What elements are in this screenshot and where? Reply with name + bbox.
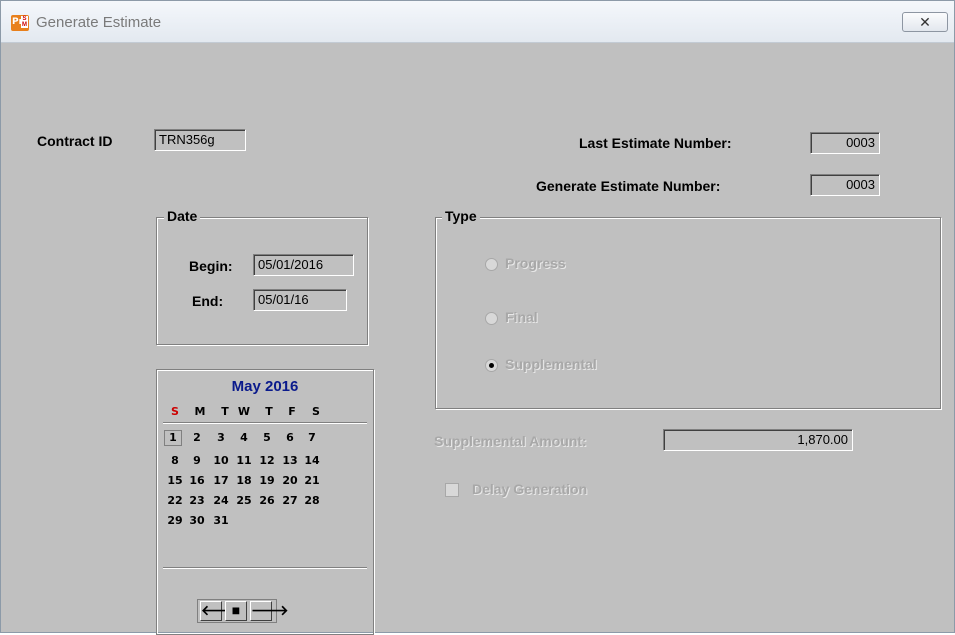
generate-estimate-number-field[interactable]: 0003 [810, 174, 880, 196]
end-date-label: End: [192, 293, 224, 309]
calendar-day-of-week: T [221, 405, 229, 418]
supplemental-amount-label: Supplemental Amount: [434, 433, 587, 449]
calendar-footer-divider [163, 567, 367, 569]
calendar-day[interactable]: 23 [188, 494, 206, 507]
calendar-day[interactable]: 9 [188, 454, 206, 467]
progress-radio-label: Progress [505, 255, 566, 271]
final-radio-label: Final [505, 309, 538, 325]
calendar-day[interactable]: 21 [303, 474, 321, 487]
calendar-day[interactable]: 5 [258, 431, 276, 444]
calendar-day[interactable]: 20 [281, 474, 299, 487]
begin-date-label: Begin: [189, 258, 233, 274]
calendar-day-of-week: M [194, 405, 206, 418]
delay-generation-label: Delay Generation [472, 481, 588, 497]
calendar-day[interactable]: 14 [303, 454, 321, 467]
calendar-day[interactable]: 29 [166, 514, 184, 527]
calendar-day[interactable]: 18 [235, 474, 253, 487]
generate-estimate-window: Pr S M Generate Estimate ✕ Contract ID TRN… [0, 0, 955, 635]
calendar-day[interactable]: 10 [212, 454, 230, 467]
calendar-next-month-button[interactable]: 🡒 [250, 601, 289, 621]
calendar-day[interactable]: 17 [212, 474, 230, 487]
end-date-field[interactable]: 05/01/16 [253, 289, 347, 311]
delay-generation-checkbox[interactable] [445, 483, 459, 497]
calendar-day[interactable]: 4 [235, 431, 253, 444]
date-group-legend: Date [164, 208, 201, 224]
date-group [156, 217, 368, 345]
close-button[interactable]: ✕ [902, 12, 948, 32]
calendar-today-button[interactable]: ■ [225, 601, 247, 621]
calendar-day[interactable]: 15 [166, 474, 184, 487]
calendar-day[interactable]: 30 [188, 514, 206, 527]
calendar: May 2016 S M T W T F S 1 2 3 4 5 6 7 8 9… [156, 369, 374, 635]
calendar-day[interactable]: 19 [258, 474, 276, 487]
calendar-day-of-week: W [237, 405, 251, 418]
calendar-day[interactable]: 2 [188, 431, 206, 444]
calendar-day[interactable]: 28 [303, 494, 321, 507]
contract-id-label: Contract ID [37, 133, 113, 149]
calendar-day-of-week: T [265, 405, 273, 418]
calendar-day[interactable]: 13 [281, 454, 299, 467]
calendar-day[interactable]: 22 [166, 494, 184, 507]
app-icon: Pr S M [11, 15, 29, 31]
close-icon: ✕ [919, 14, 931, 30]
begin-date-field[interactable]: 05/01/2016 [253, 254, 354, 276]
calendar-day[interactable]: 7 [303, 431, 321, 444]
final-radio[interactable] [485, 312, 498, 325]
calendar-day[interactable]: 26 [258, 494, 276, 507]
supplemental-radio[interactable] [485, 359, 498, 372]
type-group-legend: Type [442, 208, 480, 224]
calendar-prev-month-button[interactable]: 🡐 [200, 601, 239, 621]
calendar-divider [163, 422, 367, 424]
progress-radio[interactable] [485, 258, 498, 271]
dialog-body: Contract ID TRN356g Last Estimate Number… [9, 43, 949, 635]
calendar-day[interactable]: 24 [212, 494, 230, 507]
calendar-day[interactable]: 12 [258, 454, 276, 467]
calendar-day-of-week: S [312, 405, 320, 418]
last-estimate-number-label: Last Estimate Number: [579, 135, 732, 151]
last-estimate-number-field[interactable]: 0003 [810, 132, 880, 154]
calendar-day[interactable]: 25 [235, 494, 253, 507]
square-stop-icon: ■ [231, 602, 241, 618]
generate-estimate-number-label: Generate Estimate Number: [536, 178, 721, 194]
calendar-day[interactable]: 6 [281, 431, 299, 444]
title-bar[interactable]: Pr S M Generate Estimate ✕ [1, 1, 954, 43]
supplemental-radio-label: Supplemental [505, 356, 597, 372]
calendar-day-of-week: F [288, 405, 296, 418]
calendar-day-selected[interactable]: 1 [164, 430, 182, 446]
calendar-day[interactable]: 8 [166, 454, 184, 467]
calendar-day[interactable]: 11 [235, 454, 253, 467]
window-title: Generate Estimate [36, 14, 162, 31]
calendar-day[interactable]: 3 [212, 431, 230, 444]
calendar-day[interactable]: 31 [212, 514, 230, 527]
calendar-day[interactable]: 16 [188, 474, 206, 487]
calendar-day[interactable]: 27 [281, 494, 299, 507]
contract-id-field[interactable]: TRN356g [154, 129, 246, 151]
calendar-month-title: May 2016 [231, 378, 299, 395]
arrow-right-icon: 🡒 [251, 602, 289, 618]
calendar-day-of-week: S [171, 405, 179, 418]
supplemental-amount-field[interactable]: 1,870.00 [663, 429, 853, 451]
